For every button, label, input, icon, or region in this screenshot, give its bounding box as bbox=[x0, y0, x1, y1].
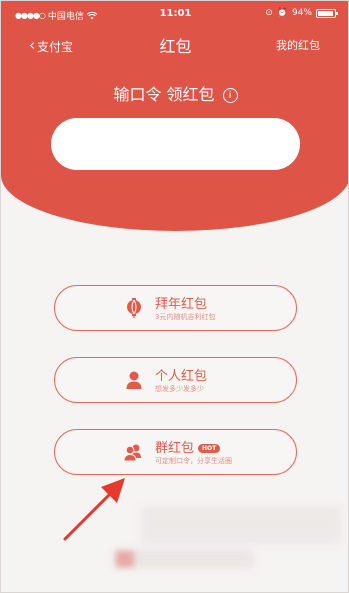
battery-percent: 94% bbox=[291, 8, 312, 18]
option-subtitle: 可定制口令，分享生活圈 bbox=[155, 457, 232, 465]
battery-icon bbox=[316, 8, 338, 18]
red-packet-screen: ●●●●○ 中国电信 11:01 ⊙ ⏰ 94% ‹ 支付宝 红包 我的红包 输… bbox=[0, 0, 349, 593]
option-subtitle: 想发多少发多少 bbox=[155, 385, 204, 393]
person-icon bbox=[126, 371, 142, 389]
group-red-packet-button[interactable]: 群红包 HOT 可定制口令，分享生活圈 bbox=[54, 429, 297, 475]
new-year-red-packet-button[interactable]: 拜年红包 3元内随机吉利红包 bbox=[54, 285, 297, 331]
blurred-content bbox=[116, 551, 134, 567]
option-title: 拜年红包 bbox=[155, 297, 208, 312]
lantern-icon bbox=[127, 298, 141, 318]
headline: 输口令 领红包 i bbox=[1, 81, 348, 105]
blurred-content bbox=[141, 506, 341, 544]
my-red-packets-link[interactable]: 我的红包 bbox=[276, 37, 320, 53]
navigation-bar: ‹ 支付宝 红包 我的红包 bbox=[1, 31, 348, 59]
option-subtitle: 3元内随机吉利红包 bbox=[155, 313, 216, 321]
code-input[interactable] bbox=[51, 118, 300, 170]
hot-badge: HOT bbox=[198, 444, 221, 453]
status-bar: ●●●●○ 中国电信 11:01 ⊙ ⏰ 94% bbox=[1, 7, 348, 23]
alarm-icon: ⏰ bbox=[276, 8, 288, 18]
rotation-lock-icon: ⊙ bbox=[265, 8, 273, 18]
blurred-content bbox=[114, 549, 254, 569]
option-title-text: 群红包 bbox=[155, 441, 195, 456]
info-icon[interactable]: i bbox=[222, 88, 238, 103]
personal-red-packet-button[interactable]: 个人红包 想发多少发多少 bbox=[54, 357, 297, 403]
group-icon bbox=[123, 444, 141, 462]
option-title: 群红包 HOT bbox=[155, 437, 221, 456]
headline-text: 输口令 领红包 bbox=[113, 85, 215, 104]
option-title: 个人红包 bbox=[155, 369, 208, 384]
